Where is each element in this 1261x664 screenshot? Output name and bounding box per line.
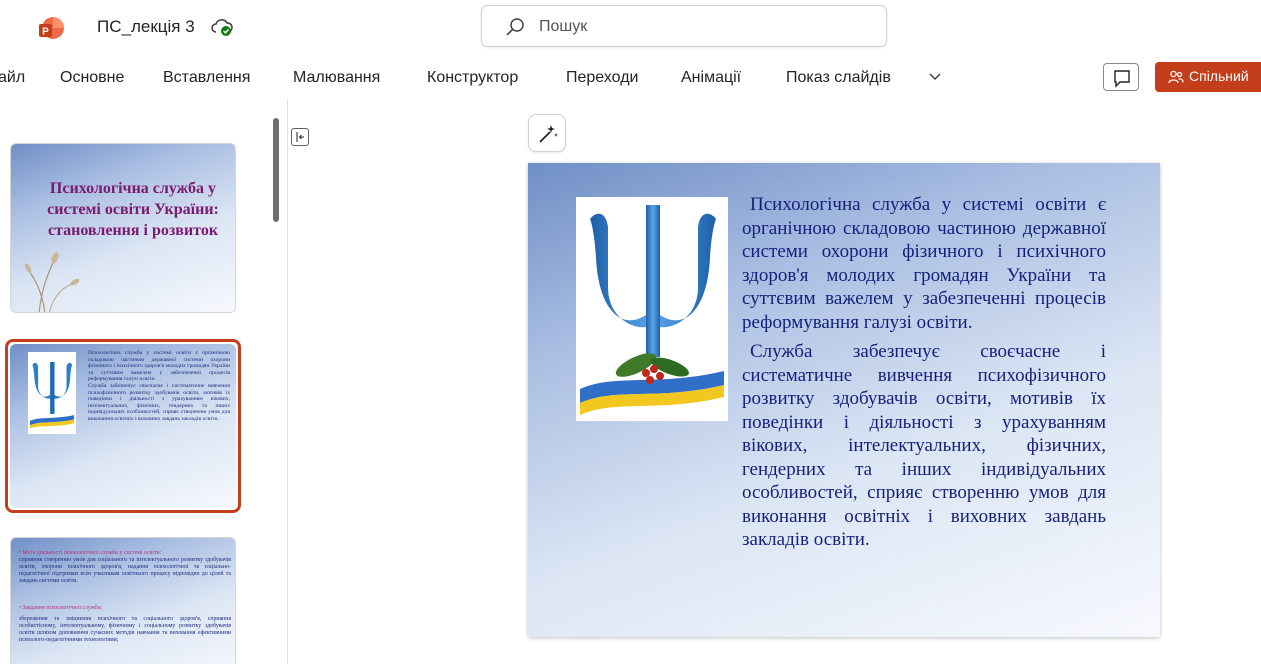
comments-button[interactable] [1103,63,1139,91]
slide-thumbnail-3[interactable]: • Мета діяльності психологічної служби у… [10,537,236,664]
svg-text:P: P [42,27,49,38]
psi-logo-image [576,197,728,421]
cloud-saved-icon[interactable] [210,16,234,38]
tab-design[interactable]: Конструктор [427,69,518,87]
slide-thumbnail-1[interactable]: Психологічна служба у системі освіти Укр… [10,143,236,313]
chevron-down-icon[interactable] [928,72,942,82]
designer-button[interactable] [528,114,566,152]
slide3-tasks-text: збереження та зміцнення психічного та со… [19,616,231,643]
share-button[interactable]: Спільний [1155,62,1261,92]
share-label: Спільний [1189,68,1249,84]
pane-divider[interactable] [287,100,288,664]
comment-icon [1114,70,1130,88]
search-placeholder: Пошук [539,18,588,35]
slide3-tasks-heading: • Завдання психологічної служби: [19,605,103,611]
search-input[interactable]: Пошук [481,5,887,47]
tab-home[interactable]: Основне [60,69,124,87]
powerpoint-app-icon: P [39,17,64,39]
collapse-pane-button[interactable] [291,128,309,146]
slide3-goal-heading: • Мета діяльності психологічної служби у… [19,550,162,556]
slide-paragraph-2: Служба забезпечує своєчасне і систематич… [742,341,1106,550]
slide-thumbnail-2[interactable]: Психологічна служба у системі освіти є о… [10,344,236,508]
slide-paragraph-1: Психологічна служба у системі освіти є о… [742,194,1106,333]
tab-insert[interactable]: Вставлення [163,69,250,87]
slide2-thumbnail-text: Психологічна служба у системі освіти є о… [88,350,230,423]
slide2-thumb-paragraph2: Служба забезпечує своєчасне і систематич… [88,382,230,422]
current-slide[interactable]: Психологічна служба у системі освіти є о… [528,163,1160,637]
psi-symbol-icon [29,362,75,429]
slide-body-text[interactable]: Психологічна служба у системі освіти є о… [742,193,1106,552]
ribbon-tabs: айл Основне Вставлення Малювання Констру… [0,56,1261,100]
tab-draw[interactable]: Малювання [293,69,380,87]
document-title[interactable]: ПС_лекція 3 [97,17,195,37]
plant-decoration-image [24,252,80,312]
psi-symbol-icon [580,205,724,415]
slide1-title: Психологічна служба у системі освіти Укр… [47,180,219,239]
psi-logo-thumbnail [28,352,76,434]
tab-slideshow[interactable]: Показ слайдів [786,69,891,87]
tab-animations[interactable]: Анімації [681,69,741,87]
collapse-pane-icon [296,132,304,142]
people-icon [1168,70,1184,84]
tab-file[interactable]: айл [0,69,25,87]
search-icon [506,18,524,36]
slide3-goal-text: сприяння створенню умов для соціального … [19,557,231,584]
tab-transitions[interactable]: Переходи [566,69,638,87]
magic-wand-icon [539,125,558,143]
slide2-thumb-paragraph1: Психологічна служба у системі освіти є о… [88,350,230,383]
thumbnail-scrollbar[interactable] [273,118,279,222]
title-bar: P ПС_лекція 3 Пошук [0,0,1261,56]
